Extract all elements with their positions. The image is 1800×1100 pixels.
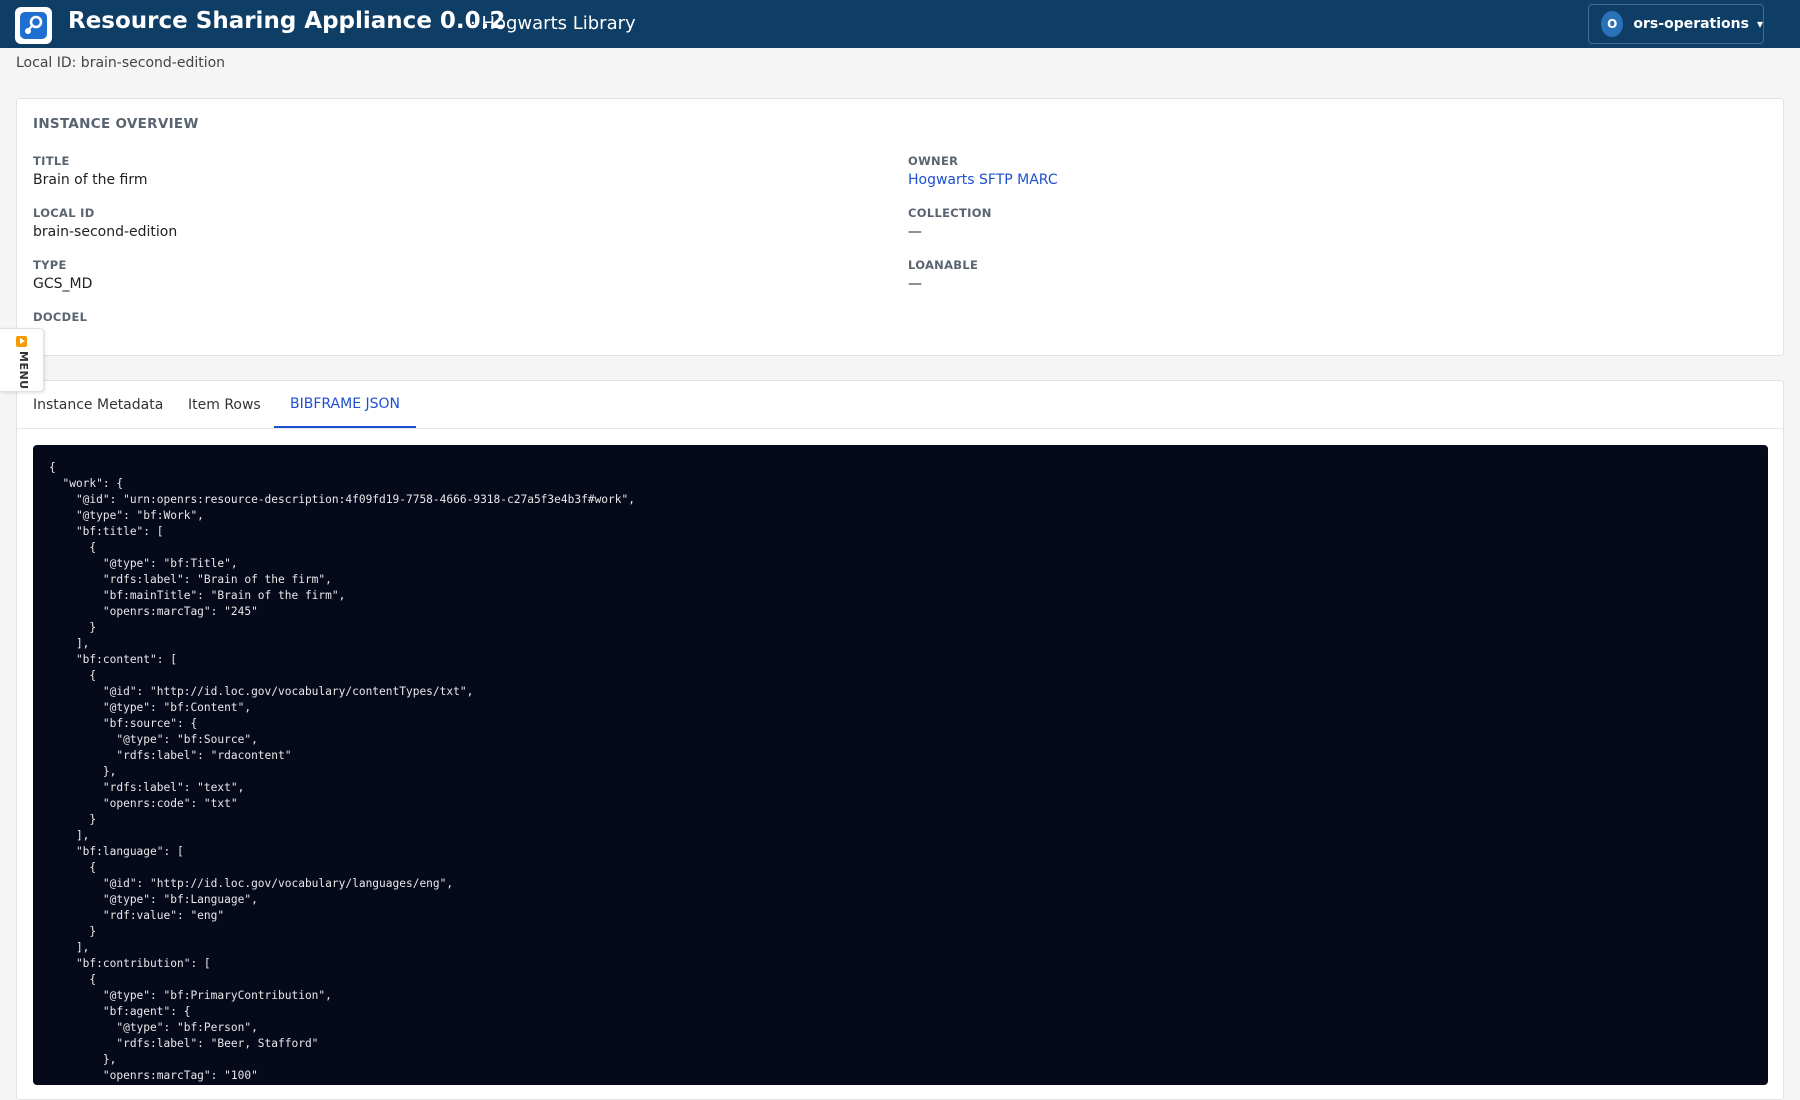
json-line: "@type": "bf:Work",: [49, 509, 204, 522]
json-line: {: [49, 541, 97, 554]
json-line: "@id": "urn:openrs:resource-description:…: [49, 493, 635, 506]
json-line: "bf:contribution": [: [49, 957, 211, 970]
share-nodes-icon: [20, 12, 47, 39]
json-line: "@id": "http://id.loc.gov/vocabulary/lan…: [49, 877, 454, 890]
json-line: "bf:language": [: [49, 845, 184, 858]
instance-overview-card: INSTANCE OVERVIEW TITLE Brain of the fir…: [16, 98, 1784, 356]
json-line: "@type": "bf:Title",: [49, 557, 238, 570]
json-line: ],: [49, 941, 90, 954]
json-line: },: [49, 1053, 117, 1066]
field-loanable: LOANABLE —: [908, 258, 1608, 292]
field-label: DOCDEL: [33, 310, 88, 324]
field-collection: COLLECTION —: [908, 206, 1608, 240]
field-label: COLLECTION: [908, 206, 992, 220]
json-line: "@type": "bf:Content",: [49, 701, 252, 714]
local-id-caption: Local ID: brain-second-edition: [16, 55, 226, 71]
json-line: "rdfs:label": "Beer, Stafford": [49, 1037, 319, 1050]
side-menu-toggle[interactable]: MENU: [0, 328, 44, 392]
owner-link[interactable]: Hogwarts SFTP MARC: [908, 172, 1608, 188]
json-line: {: [49, 461, 56, 474]
field-value: Brain of the firm: [33, 172, 148, 188]
json-line: "openrs:code": "txt": [49, 797, 238, 810]
chevron-down-icon: ▾: [1756, 17, 1763, 31]
json-line: "@id": "http://id.loc.gov/vocabulary/con…: [49, 685, 474, 698]
field-value: brain-second-edition: [33, 224, 178, 240]
library-name: · Hogwarts Library: [470, 13, 636, 34]
field-label: OWNER: [908, 154, 959, 168]
json-line: "bf:content": [: [49, 653, 177, 666]
json-line: "rdfs:label": "Brain of the firm",: [49, 573, 332, 586]
side-menu-label: MENU: [17, 351, 30, 390]
json-line: "@type": "bf:Language",: [49, 893, 258, 906]
field-type: TYPE GCS_MD: [33, 258, 733, 292]
json-line: "@type": "bf:PrimaryContribution",: [49, 989, 332, 1002]
detail-tabs-card: Instance Metadata Item Rows BIBFRAME JSO…: [16, 380, 1784, 1100]
app-logo[interactable]: [15, 7, 52, 44]
field-value: GCS_MD: [33, 276, 93, 292]
json-line: "bf:title": [: [49, 525, 164, 538]
json-line: {: [49, 973, 97, 986]
json-line: "@type": "bf:Person",: [49, 1021, 258, 1034]
play-icon: [16, 336, 27, 347]
json-line: "bf:agent": {: [49, 1005, 191, 1018]
field-value: —: [908, 224, 922, 240]
json-line: "rdfs:label": "rdacontent": [49, 749, 292, 762]
json-line: {: [49, 669, 97, 682]
json-line: "openrs:marcTag": "245": [49, 605, 258, 618]
user-menu-button[interactable]: O ors-operations ▾: [1588, 4, 1764, 44]
field-owner: OWNER Hogwarts SFTP MARC: [908, 154, 1608, 188]
field-label: LOANABLE: [908, 258, 979, 272]
tab-bibframe-json[interactable]: BIBFRAME JSON: [274, 381, 417, 428]
json-line: }: [49, 813, 97, 826]
field-label: TITLE: [33, 154, 70, 168]
json-line: },: [49, 765, 117, 778]
field-value: —: [908, 276, 922, 292]
json-line: "work": {: [49, 477, 124, 490]
field-title: TITLE Brain of the firm: [33, 154, 733, 188]
json-viewer[interactable]: { "work": { "@id": "urn:openrs:resource-…: [33, 445, 1768, 1085]
field-label: TYPE: [33, 258, 67, 272]
json-code: { "work": { "@id": "urn:openrs:resource-…: [49, 460, 635, 1084]
json-line: "bf:mainTitle": "Brain of the firm",: [49, 589, 346, 602]
json-line: "rdf:value": "eng": [49, 909, 225, 922]
avatar: O: [1601, 11, 1624, 37]
json-line: }: [49, 925, 97, 938]
app-title: Resource Sharing Appliance 0.0.2: [68, 8, 506, 34]
json-line: ],: [49, 829, 90, 842]
json-line: "@type": "bf:Source",: [49, 733, 258, 746]
json-line: ],: [49, 637, 90, 650]
json-line: "rdfs:label": "text",: [49, 781, 245, 794]
json-line: "bf:source": {: [49, 717, 198, 730]
tab-bar: Instance Metadata Item Rows BIBFRAME JSO…: [17, 381, 1783, 429]
tab-item-rows[interactable]: Item Rows: [172, 381, 277, 428]
field-local-id: LOCAL ID brain-second-edition: [33, 206, 733, 240]
json-line: }: [49, 621, 97, 634]
app-header: Resource Sharing Appliance 0.0.2 · Hogwa…: [0, 0, 1800, 48]
json-line: {: [49, 861, 97, 874]
section-title: INSTANCE OVERVIEW: [33, 116, 199, 132]
json-line: "openrs:marcTag": "100": [49, 1069, 258, 1082]
field-label: LOCAL ID: [33, 206, 95, 220]
field-docdel: DOCDEL: [33, 310, 733, 324]
user-name: ors-operations: [1633, 16, 1749, 32]
